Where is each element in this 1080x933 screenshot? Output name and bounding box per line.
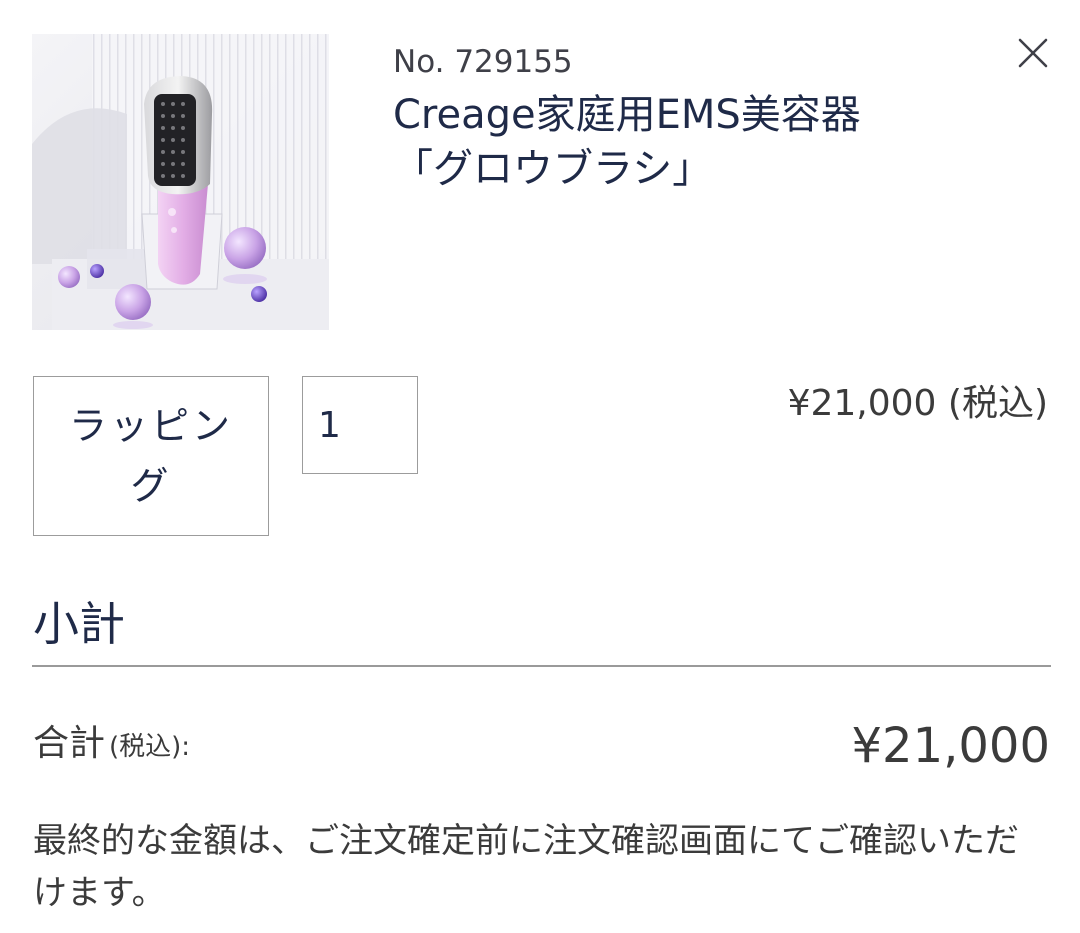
product-name-line1: Creage家庭用EMS美容器 (393, 92, 861, 138)
final-amount-note: 最終的な金額は、ご注文確定前に注文確認画面にてご確認いただけます。 (33, 821, 1019, 913)
close-button[interactable] (1010, 30, 1056, 76)
product-image (32, 34, 329, 330)
total-label-main: 合計 (33, 723, 106, 764)
wrapping-label: ラッピング (68, 404, 233, 508)
subtotal-heading: 小計 (33, 597, 125, 651)
product-name-line2: 「グロウブラシ」 (393, 146, 713, 192)
product-info: No. 729155 Creage家庭用EMS美容器 「グロウブラシ」 (393, 42, 983, 196)
divider (32, 665, 1051, 667)
quantity-field[interactable]: 1 (302, 376, 418, 474)
cart-item-panel: No. 729155 Creage家庭用EMS美容器 「グロウブラシ」 ラッピン… (0, 0, 1080, 933)
glow-brush-illustration (32, 34, 329, 330)
total-row: 合計 (税込): ¥21,000 (33, 716, 1050, 780)
quantity-value: 1 (318, 404, 341, 446)
unit-price: ¥21,000 (税込) (787, 383, 1048, 424)
product-number: No. 729155 (393, 44, 573, 80)
total-value: ¥21,000 (851, 718, 1051, 774)
total-label-tax-note: (税込): (109, 732, 191, 762)
close-icon (1018, 38, 1048, 68)
product-name: Creage家庭用EMS美容器 「グロウブラシ」 (393, 88, 983, 196)
wrapping-button[interactable]: ラッピング (33, 376, 269, 536)
total-label: 合計 (税込): (33, 720, 190, 771)
